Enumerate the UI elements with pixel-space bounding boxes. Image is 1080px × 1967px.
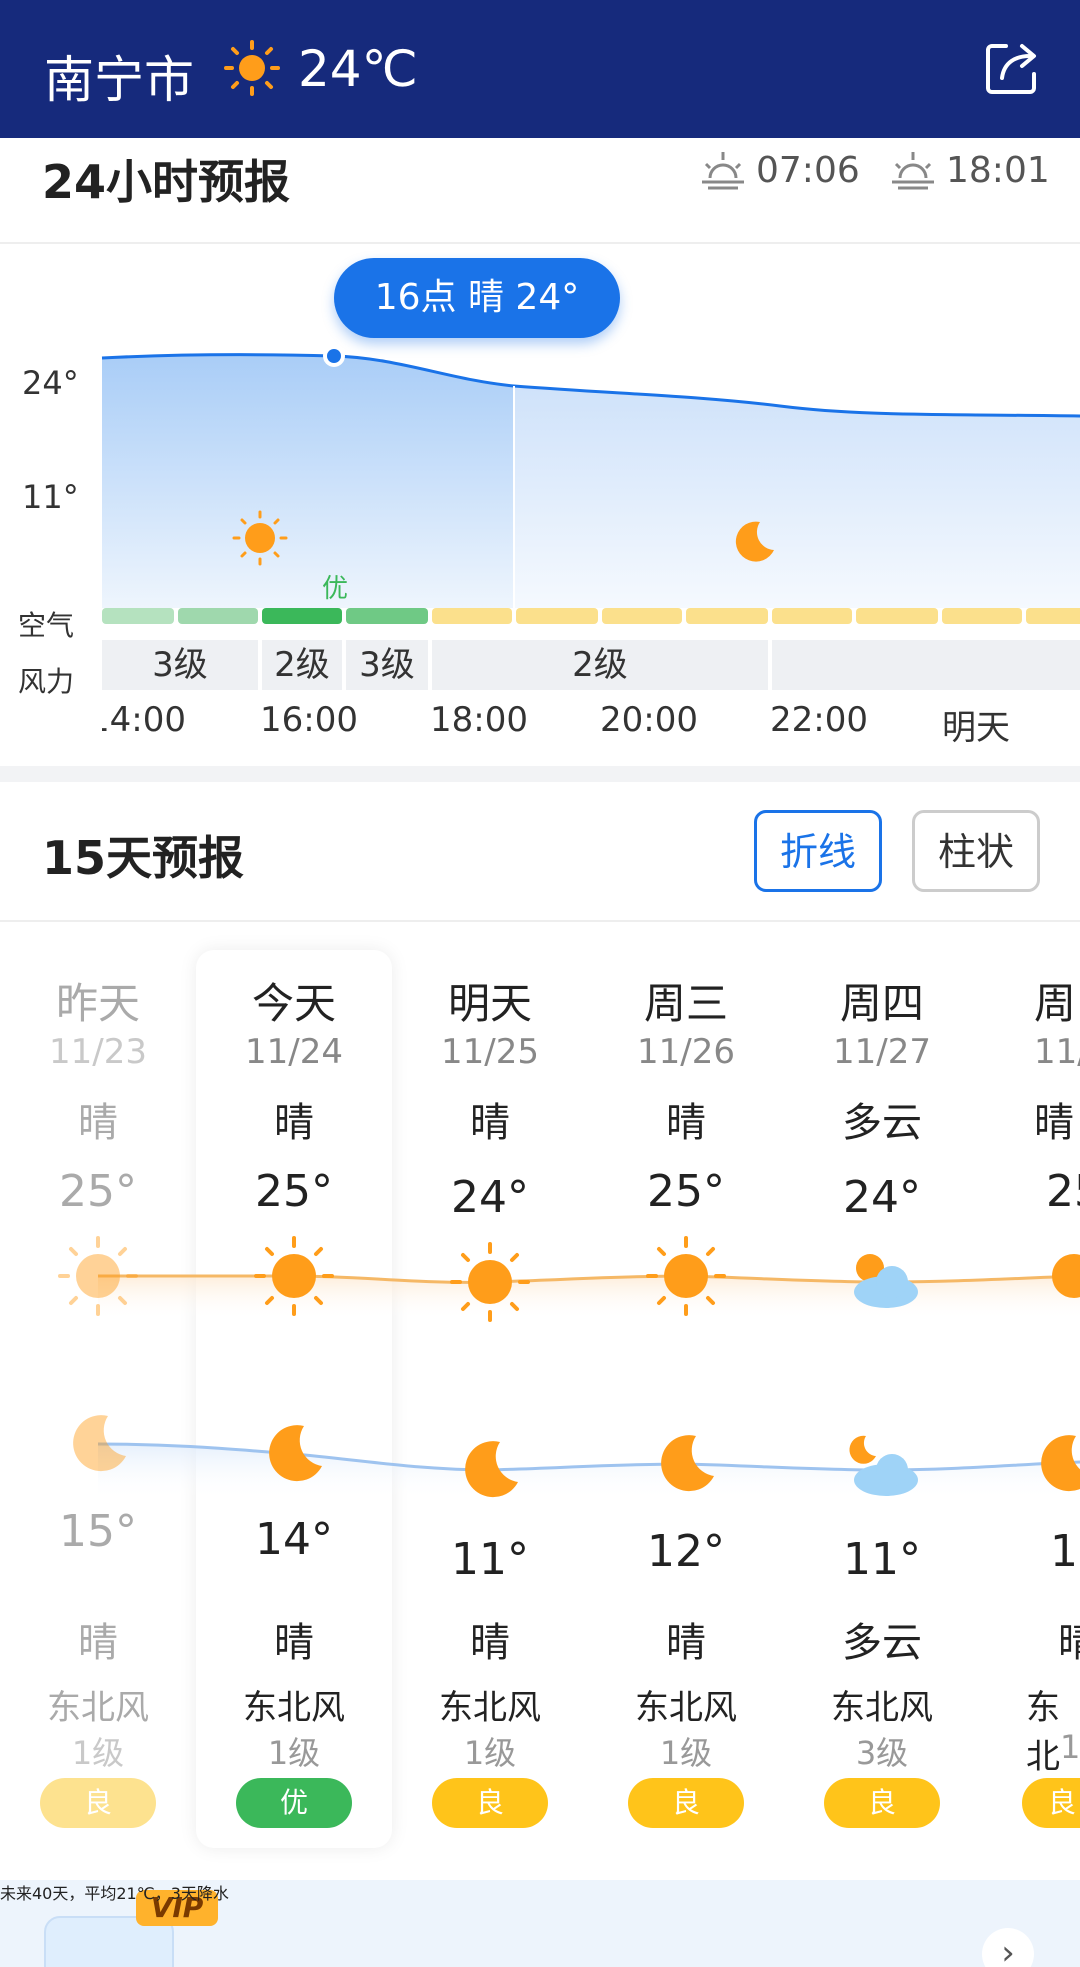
night-condition: 晴 [274,1620,314,1666]
wind-direction: 东北风 [635,1688,737,1728]
aqi-badge: 良 [628,1778,744,1828]
sunset-icon [892,152,934,190]
aqi-badge: 良 [40,1778,156,1828]
wind-level: 1级 [659,1734,713,1772]
wind-direction: 东北风 [439,1688,541,1728]
banner-text: 未来40天，平均21℃，3天降水 [0,1884,229,1903]
y-label-low: 11° [22,478,79,516]
sunset-time: 18:01 [888,148,1050,192]
hourly-time-axis: 14:00 16:00 18:00 20:00 22:00 明天 [102,700,1080,750]
divider [0,920,1080,922]
day-column[interactable]: 明天 11/25 晴 [392,970,588,1152]
partly-cloudy-icon [854,1254,918,1308]
high-temp: 24° [451,1172,529,1223]
day-column[interactable]: 周 11/ 晴 [1034,970,1080,1152]
wind-cell: 3级 [346,640,428,690]
line-view-button[interactable]: 折线 [754,810,882,892]
hourly-title: 24小时预报 [42,155,291,209]
share-icon[interactable] [982,38,1042,98]
day-column[interactable]: 今天 11/24 晴 [196,970,392,1152]
aqi-badge: 良 [432,1778,548,1828]
current-temp: 24℃ [298,40,418,98]
day-column[interactable]: 周三 11/26 晴 [588,970,784,1152]
high-temp: 25 [1046,1166,1080,1217]
low-temp: 12° [647,1526,725,1577]
high-temp: 25° [59,1166,137,1217]
wind-direction: 东北风 [47,1688,149,1728]
wind-cell: 3级 [102,640,258,690]
sunrise-icon [702,152,744,190]
high-temp: 24° [843,1172,921,1223]
daily-temp-chart [58,1236,1080,1500]
city-name[interactable]: 南宁市 [44,40,194,112]
wind-level: 3级 [855,1734,909,1772]
time-tick: 明天 [942,708,1010,748]
hourly-area-past [102,354,514,608]
bar-view-button[interactable]: 柱状 [912,810,1040,892]
aqi-label: 优 [322,574,349,604]
aqi-badge: 优 [236,1778,352,1828]
divider [0,242,1080,244]
low-temp: 11° [451,1534,529,1585]
day-column[interactable]: 周四 11/27 多云 [784,970,980,1152]
aqi-badge: 良 [1022,1778,1080,1828]
night-condition: 晴 [1058,1620,1080,1666]
wind-cell: 3级 [772,640,1080,690]
wind-level: 1 [1060,1728,1080,1766]
air-row-label: 空气 [18,609,75,642]
day-column[interactable]: 昨天 11/23 晴 [0,970,196,1152]
app-header: 南宁市 24℃ [0,0,1080,138]
night-condition: 晴 [666,1620,706,1666]
y-label-high: 24° [22,364,79,402]
wind-cell: 2级 [262,640,342,690]
wind-direction: 东北风 [243,1688,345,1728]
wind-level: 1级 [463,1734,517,1772]
time-tick: 20:00 [600,700,698,740]
sunrise-time: 07:06 [698,148,860,192]
night-condition: 晴 [470,1620,510,1666]
night-condition: 晴 [78,1620,118,1666]
aqi-badge: 良 [824,1778,940,1828]
hourly-tooltip: 16点 晴 24° [334,258,620,338]
wind-row-label: 风力 [18,665,75,698]
wind-level: 1级 [71,1734,125,1772]
hourly-area-future [514,386,1080,608]
wind-level: 1级 [267,1734,321,1772]
low-temp: 11° [843,1534,921,1585]
low-temp: 14° [255,1514,333,1565]
air-quality-strip [102,608,1080,624]
night-condition: 多云 [842,1620,922,1666]
cloudy-night-icon [849,1435,918,1496]
time-tick: 14:00 [102,700,186,740]
wind-cell: 2级 [432,640,768,690]
time-tick: 18:00 [430,700,528,740]
high-temp: 25° [255,1166,333,1217]
time-tick: 22:00 [770,700,868,740]
time-tick: 16:00 [260,700,358,740]
wind-direction: 东北风 [831,1688,933,1728]
low-temp: 12 [1050,1526,1080,1577]
section-gap [0,766,1080,782]
high-temp: 25° [647,1166,725,1217]
daily-title: 15天预报 [42,831,245,885]
low-temp: 15° [59,1506,137,1557]
sun-icon [224,40,280,96]
